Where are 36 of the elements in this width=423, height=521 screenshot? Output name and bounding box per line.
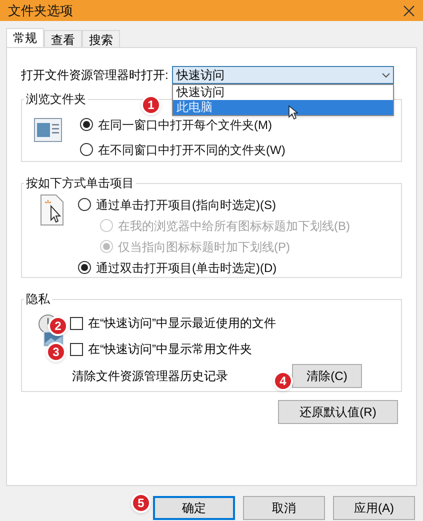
radio-button[interactable] <box>78 261 91 274</box>
option-label: 在同一窗口中打开每个文件夹(M) <box>98 116 272 134</box>
group-title: 按如下方式单击项目 <box>25 175 135 192</box>
field-label: 打开文件资源管理器时打开: <box>21 67 168 84</box>
folder-window-icon <box>34 118 62 142</box>
tab[interactable]: 查看 <box>44 30 82 47</box>
tab[interactable]: 常规 <box>6 28 44 47</box>
group-title: 浏览文件夹 <box>25 91 87 108</box>
step-badge: 5 <box>131 493 151 513</box>
group-title: 隐私 <box>25 291 51 308</box>
dropdown[interactable]: 快速访问 <box>172 66 394 84</box>
dropdown-option[interactable]: 此电脑 <box>173 100 394 115</box>
option-label: 在不同窗口中打开不同的文件夹(W) <box>98 142 286 158</box>
clear-history-label: 清除文件资源管理器历史记录 <box>72 368 228 385</box>
radio-button[interactable] <box>80 143 93 156</box>
option-label: 仅当指向图标标题时加下划线(P) <box>118 238 290 256</box>
radio-button[interactable] <box>80 118 93 131</box>
clear-button[interactable]: 清除(C) <box>292 364 362 388</box>
option-label: 通过单击打开项目(指向时选定)(S) <box>96 196 276 214</box>
tab[interactable]: 搜索 <box>82 30 120 47</box>
radio-button[interactable] <box>78 198 91 211</box>
window-title: 文件夹选项 <box>8 2 73 20</box>
dropdown-option[interactable]: 快速访问 <box>173 85 394 100</box>
pointer-page-icon <box>40 194 64 226</box>
dialog-button[interactable]: 取消 <box>243 496 325 520</box>
checkbox-label: 在“快速访问”中显示最近使用的文件 <box>88 315 276 332</box>
option-label: 通过双击打开项目(单击时选定)(D) <box>96 260 277 276</box>
dialog-button[interactable]: 确定 <box>153 496 235 520</box>
close-icon[interactable] <box>403 4 415 16</box>
checkbox[interactable] <box>70 316 83 330</box>
checkbox-label: 在“快速访问”中显示常用文件夹 <box>88 341 252 358</box>
option-label: 在我的浏览器中给所有图标标题加下划线(B) <box>118 218 350 234</box>
restore-defaults-button[interactable]: 还原默认值(R) <box>278 400 398 424</box>
dialog-button[interactable]: 应用(A) <box>333 496 415 520</box>
chevron-down-icon <box>382 72 390 78</box>
checkbox[interactable] <box>70 342 83 356</box>
